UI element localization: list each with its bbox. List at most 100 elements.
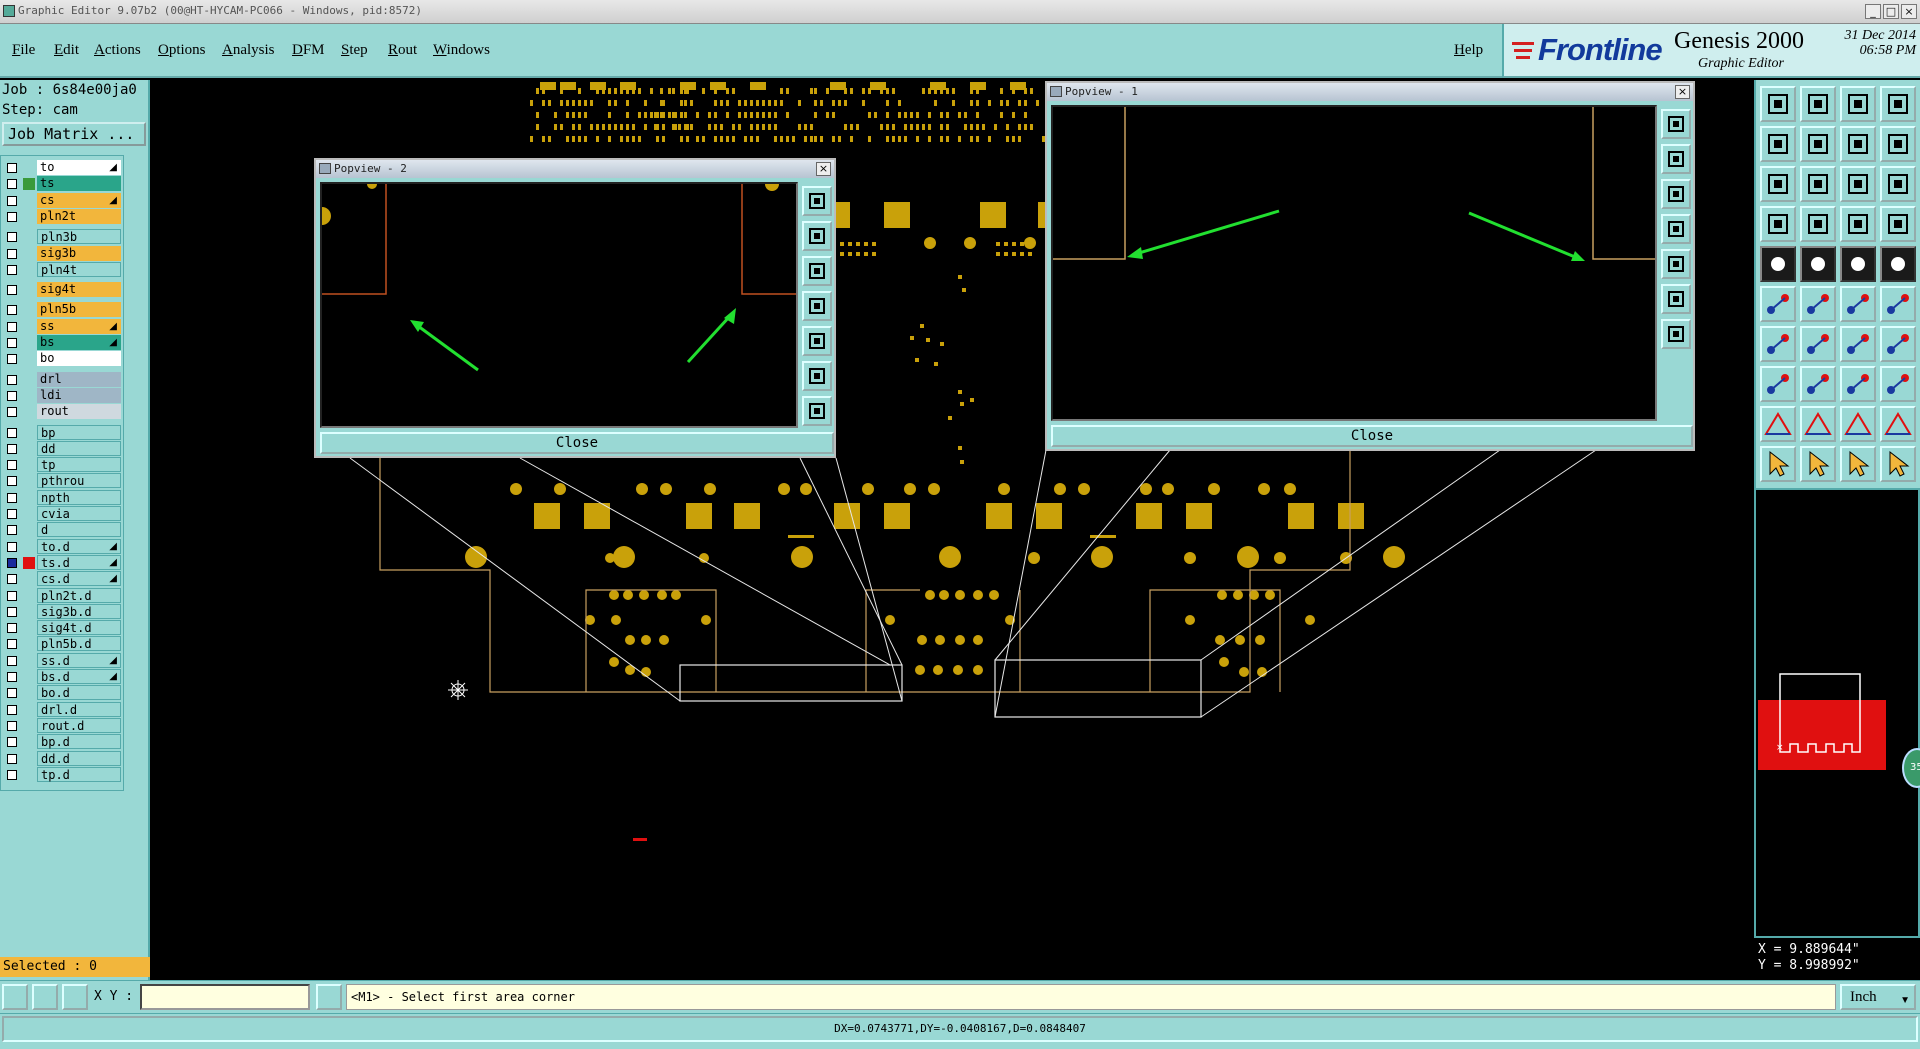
layer-checkbox[interactable] [7,770,17,780]
layer-row[interactable]: cs ◢ [3,193,121,208]
layer-row[interactable]: ts [3,176,121,191]
menu-step[interactable]: Step [341,42,368,59]
open-icon[interactable] [1840,86,1876,122]
zoom-in-icon[interactable] [1800,126,1836,162]
layer-row[interactable]: pln4t [3,262,121,277]
layer-name[interactable]: drl.d [37,702,121,717]
layer-checkbox[interactable] [7,721,17,731]
fit-icon[interactable] [1760,126,1796,162]
layer-row[interactable]: pln5b.d [3,636,121,651]
save-icon[interactable] [1800,86,1836,122]
line-icon[interactable] [1840,246,1876,282]
layer-row[interactable]: pln5b [3,302,121,317]
layer-row[interactable]: bs.d ◢ [3,669,121,684]
popview-tool-icon[interactable] [1661,319,1691,349]
layer-row[interactable]: bo.d [3,685,121,700]
layer-row[interactable]: bo [3,351,121,366]
layer-row[interactable]: cs.d ◢ [3,571,121,586]
layer-name[interactable]: ldi [37,388,121,403]
popview-1-close-icon[interactable]: × [1675,85,1690,99]
layer-checkbox[interactable] [7,623,17,633]
layer-row[interactable]: npth [3,490,121,505]
layer-row[interactable]: pthrou [3,473,121,488]
layer-name[interactable]: drl [37,372,121,387]
unit-select[interactable]: Inch ▼ [1840,984,1916,1010]
layer-checkbox[interactable] [7,754,17,764]
layer-row[interactable]: ss ◢ [3,319,121,334]
layer-row[interactable]: sig4t.d [3,620,121,635]
close-window-button[interactable]: × [1901,4,1917,19]
layer-row[interactable]: pln2t.d [3,588,121,603]
mirror-icon[interactable] [1880,326,1916,362]
layer-name[interactable]: rout [37,404,121,419]
select-icon[interactable] [1840,206,1876,242]
layer-checkbox[interactable] [7,476,17,486]
layer-checkbox[interactable] [7,163,17,173]
layer-checkbox[interactable] [7,354,17,364]
pointer3-icon[interactable] [1840,446,1876,482]
layer-checkbox[interactable] [7,212,17,222]
cut-icon[interactable] [1800,326,1836,362]
layer-checkbox[interactable] [7,688,17,698]
popview-tool-icon[interactable] [1661,249,1691,279]
home-icon[interactable] [1760,86,1796,122]
popview-tool-icon[interactable] [1661,284,1691,314]
layer-checkbox[interactable] [7,322,17,332]
popview-tool-icon[interactable] [802,186,832,216]
layer-checkbox[interactable] [7,265,17,275]
popview-tool-icon[interactable] [802,326,832,356]
layer-name[interactable]: pln2t [37,209,121,224]
layer-row[interactable]: ss.d ◢ [3,653,121,668]
menu-windows[interactable]: Windows [433,42,490,59]
layer-row[interactable]: rout [3,404,121,419]
layer-checkbox[interactable] [7,444,17,454]
layer-row[interactable]: drl [3,372,121,387]
snap-icon[interactable] [1760,206,1796,242]
popview-2-view[interactable] [320,182,798,428]
layer-checkbox[interactable] [7,375,17,385]
delete-icon[interactable] [1800,286,1836,322]
layer-checkbox[interactable] [7,525,17,535]
grid-icon[interactable] [62,984,88,1010]
menu-analysis[interactable]: Analysis [222,42,275,59]
layer-row[interactable]: dd [3,441,121,456]
popview-tool-icon[interactable] [1661,109,1691,139]
overview-thumbnail[interactable]: × [1754,488,1920,938]
layer-row[interactable]: sig3b [3,246,121,261]
layer-checkbox[interactable] [7,542,17,552]
layer-checkbox[interactable] [7,639,17,649]
layer-name[interactable]: pln5b [37,302,121,317]
layer-name[interactable]: bp [37,425,121,440]
layer-name[interactable]: bo.d [37,685,121,700]
layer-row[interactable]: pln3b [3,229,121,244]
align-icon[interactable] [1760,366,1796,402]
layer-row[interactable]: pln2t [3,209,121,224]
layer-row[interactable]: to ◢ [3,160,121,175]
layer-icon[interactable] [1800,206,1836,242]
layer-checkbox[interactable] [7,656,17,666]
layer-row[interactable]: d [3,522,121,537]
layer-checkbox[interactable] [7,285,17,295]
layer-name[interactable]: pln3b [37,229,121,244]
layer-row[interactable]: tp [3,457,121,472]
maximize-button[interactable]: □ [1883,4,1899,19]
popview-tool-icon[interactable] [802,256,832,286]
popview-2-close-button[interactable]: Close [320,432,834,454]
layer-name[interactable]: sig4t [37,282,121,297]
scale-icon[interactable] [1800,366,1836,402]
rotate-icon[interactable] [1840,326,1876,362]
grid-icon[interactable] [1880,86,1916,122]
layer-name[interactable]: sig3b.d [37,604,121,619]
triangle2-icon[interactable] [1800,406,1836,442]
layer-name[interactable]: rout.d [37,718,121,733]
layer-name[interactable]: d [37,522,121,537]
layer-row[interactable]: bs ◢ [3,335,121,350]
layer-name[interactable]: dd.d [37,751,121,766]
menu-options[interactable]: Options [158,42,206,59]
layer-checkbox[interactable] [7,558,17,568]
layer-row[interactable]: to.d ◢ [3,539,121,554]
info-icon[interactable] [316,984,342,1010]
net-icon[interactable] [1880,366,1916,402]
layer-checkbox[interactable] [7,428,17,438]
triangle4-icon[interactable] [1880,406,1916,442]
